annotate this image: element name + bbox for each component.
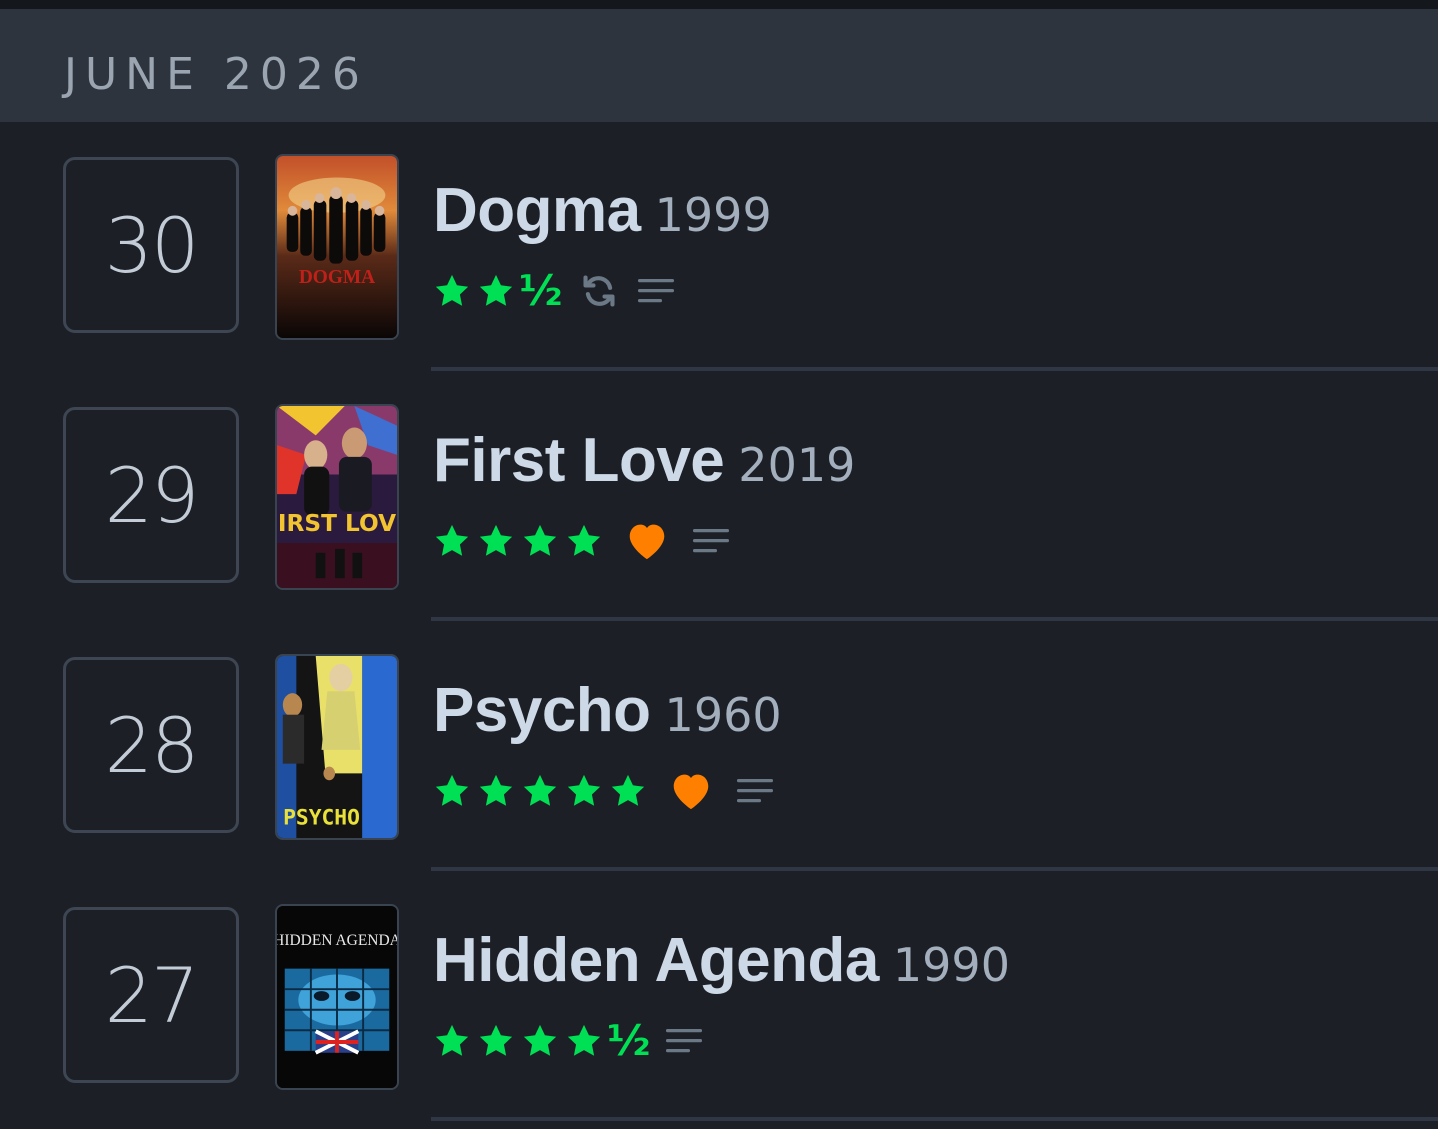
rating: ½ <box>433 270 576 312</box>
half-star-icon: ½ <box>519 266 563 315</box>
entry-divider <box>431 617 1438 621</box>
film-year[interactable]: 1990 <box>893 938 1010 992</box>
entry-meta: ½ <box>433 268 676 314</box>
film-poster[interactable]: DOGMA <box>275 154 399 340</box>
month-header: JUNE 2026 <box>0 9 1438 122</box>
film-title[interactable]: First Love <box>433 426 725 495</box>
entry-divider <box>431 1117 1438 1121</box>
review-icon[interactable] <box>636 273 676 309</box>
film-year[interactable]: 2019 <box>738 438 855 492</box>
film-title-line[interactable]: Psycho 1960 <box>433 680 782 742</box>
rating: ½ <box>433 1020 664 1062</box>
heart-icon <box>673 774 709 810</box>
entry-meta: ½ <box>433 1018 704 1064</box>
film-poster[interactable]: FIRST LOVE <box>275 404 399 590</box>
star-icon <box>435 1024 469 1056</box>
film-title[interactable]: Hidden Agenda <box>433 926 879 995</box>
film-title-line[interactable]: Hidden Agenda 1990 <box>433 930 1010 992</box>
review-icon[interactable] <box>691 523 731 559</box>
star-icon <box>479 274 513 306</box>
rating <box>433 522 609 560</box>
star-icon <box>567 1024 601 1056</box>
star-icon <box>523 524 557 556</box>
rewatch-icon <box>583 275 616 307</box>
star-icon <box>523 774 557 806</box>
film-poster[interactable]: HIDDEN AGENDA <box>275 904 399 1090</box>
film-year[interactable]: 1999 <box>655 188 772 242</box>
film-title[interactable]: Psycho <box>433 676 651 745</box>
star-icon <box>523 1024 557 1056</box>
half-star-icon: ½ <box>607 1016 651 1065</box>
star-icon <box>567 524 601 556</box>
entry-divider <box>431 367 1438 371</box>
star-icon <box>567 774 601 806</box>
top-bar <box>0 0 1438 9</box>
star-icon <box>611 774 645 806</box>
diary-entry[interactable]: 29 FIRST LOVE First Love2019 <box>0 372 1438 622</box>
film-title-line[interactable]: First Love 2019 <box>433 430 855 492</box>
star-icon <box>479 774 513 806</box>
review-icon[interactable] <box>735 773 775 809</box>
poster-title: DOGMA <box>299 267 375 288</box>
diary-entry[interactable]: 30 DOGMA Dogma 1999 ½ <box>0 122 1438 372</box>
rating <box>433 772 653 810</box>
star-icon <box>479 1024 513 1056</box>
diary-entry[interactable]: 27 HIDDEN AGENDA Hidden Agenda 1990 ½ <box>0 872 1438 1122</box>
star-icon <box>479 524 513 556</box>
entry-meta <box>433 768 775 814</box>
entry-divider <box>431 867 1438 871</box>
month-title: JUNE 2026 <box>64 49 368 100</box>
star-icon <box>435 774 469 806</box>
star-icon <box>435 274 469 306</box>
day-number[interactable]: 27 <box>63 907 239 1083</box>
day-number[interactable]: 28 <box>63 657 239 833</box>
entry-meta <box>433 518 731 564</box>
film-poster[interactable]: PSYCHO <box>275 654 399 840</box>
film-title-line[interactable]: Dogma 1999 <box>433 180 772 242</box>
heart-icon <box>629 524 665 560</box>
diary-entry[interactable]: 28 PSYCHO Psycho 1960 <box>0 622 1438 872</box>
poster-title: HIDDEN AGENDA <box>277 932 397 949</box>
film-title[interactable]: Dogma <box>433 176 641 245</box>
poster-title: FIRST LOVE <box>277 509 397 537</box>
star-icon <box>435 524 469 556</box>
day-number[interactable]: 30 <box>63 157 239 333</box>
review-icon[interactable] <box>664 1023 704 1059</box>
film-year[interactable]: 1960 <box>665 688 782 742</box>
day-number[interactable]: 29 <box>63 407 239 583</box>
poster-title: PSYCHO <box>283 805 360 830</box>
